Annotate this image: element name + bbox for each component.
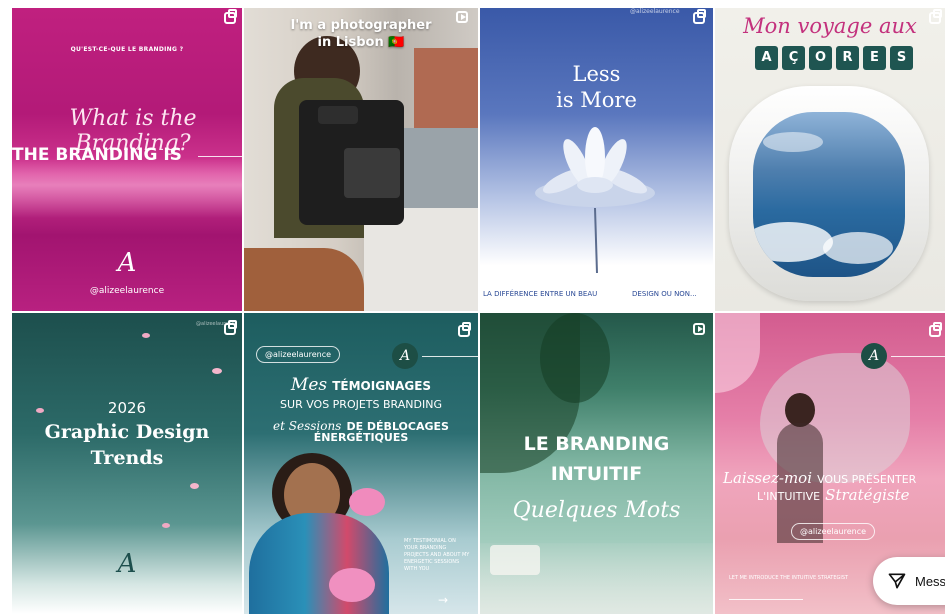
reel-icon: [693, 323, 705, 335]
caption-location: in Lisbon: [317, 35, 384, 50]
multi-image-icon: [693, 9, 706, 24]
post-heading-row2: L'INTUITIVE Stratégiste: [757, 485, 945, 504]
post-year: 2026: [107, 399, 147, 417]
letter-tile: A: [755, 46, 778, 70]
side-text: MY TESTIMONIAL ON YOUR BRANDING PROJECTS…: [404, 538, 470, 572]
post-tile-acores[interactable]: Mon voyage aux A Ç O R E S: [715, 8, 945, 311]
message-button[interactable]: Mess: [873, 557, 945, 605]
post-heading-row1: Mes TÉMOIGNAGES: [244, 375, 478, 395]
post-caption-line2: in Lisbon 🇵🇹: [244, 35, 478, 50]
post-caption-line1: I'm a photographer: [290, 18, 432, 33]
letter-tile: E: [863, 46, 886, 70]
post-tile-photographer[interactable]: I'm a photographer in Lisbon 🇵🇹: [244, 8, 478, 311]
divider-line: [198, 156, 242, 157]
flag-icon: 🇵🇹: [388, 35, 405, 50]
post-headline: THE BRANDING IS: [12, 145, 182, 165]
post-title-line2: Trends: [90, 447, 164, 469]
send-icon: [888, 573, 906, 589]
multi-image-icon: [458, 322, 471, 337]
heading-word: L'INTUITIVE: [757, 490, 821, 503]
post-footer-right: DESIGN OU NON...: [632, 290, 697, 298]
post-handle: @alizeelaurence: [196, 321, 238, 327]
post-headline-line1: LE BRANDING: [523, 433, 670, 455]
post-footer-left: LA DIFFÉRENCE ENTRE UN BEAU: [483, 290, 598, 298]
post-tile-temoignages[interactable]: @alizeelaurence A Mes TÉMOIGNAGES SUR VO…: [244, 313, 478, 614]
handle-pill: @alizeelaurence: [256, 346, 341, 363]
post-handle: @alizeelaurence: [89, 286, 165, 296]
post-title-line2: is More: [556, 88, 637, 112]
post-tile-design-trends[interactable]: @alizeelaurence 2026 Graphic Design Tren…: [12, 313, 242, 614]
post-heading-row4: ÉNERGÉTIQUES: [313, 431, 409, 444]
post-script-title: Mon voyage aux: [743, 14, 917, 38]
letter-tile: Ç: [782, 46, 805, 70]
multi-image-icon: [929, 322, 942, 337]
post-footer: LET ME INTRODUCE THE INTUITIVE STRATEGIS…: [729, 575, 849, 581]
multi-image-icon: [224, 9, 237, 24]
arrow-icon: →: [438, 593, 449, 607]
letter-tile: O: [809, 46, 832, 70]
airplane-window: [729, 86, 929, 301]
post-title-line1: Graphic Design: [44, 421, 210, 443]
letter-tile: R: [836, 46, 859, 70]
message-button-label: Mess: [915, 573, 945, 589]
brand-logo: A: [861, 343, 887, 369]
post-headline-line2: INTUITIF: [550, 463, 643, 485]
heading-word: TÉMOIGNAGES: [332, 379, 432, 393]
divider-line: [891, 356, 945, 357]
signature-logo: A: [117, 248, 137, 278]
brand-logo: A: [392, 343, 418, 369]
script-word: Mes: [290, 375, 328, 395]
post-tile-branding-intuitif[interactable]: LE BRANDING INTUITIF Quelques Mots: [480, 313, 713, 614]
post-tile-less-is-more[interactable]: @alizeelaurence Less is More LA DIFFÉREN…: [480, 8, 713, 311]
signature-logo: A: [117, 549, 137, 579]
post-kicker: QU'EST-CE-QUE LE BRANDING ?: [70, 46, 184, 53]
script-word: Stratégiste: [825, 486, 910, 504]
post-tile-branding[interactable]: QU'EST-CE-QUE LE BRANDING ? What is the …: [12, 8, 242, 311]
handle-pill: @alizeelaurence: [791, 523, 876, 540]
post-title-line1: Less: [572, 62, 621, 86]
post-handle: @alizeelaurence: [630, 8, 680, 15]
post-script: Quelques Mots: [512, 498, 681, 523]
flower-illustration: [535, 127, 655, 273]
letter-tiles: A Ç O R E S: [755, 46, 915, 72]
divider-line: [729, 599, 803, 600]
post-heading-row2: SUR VOS PROJETS BRANDING: [280, 398, 442, 411]
divider-line: [422, 356, 478, 357]
letter-tile: S: [890, 46, 913, 70]
